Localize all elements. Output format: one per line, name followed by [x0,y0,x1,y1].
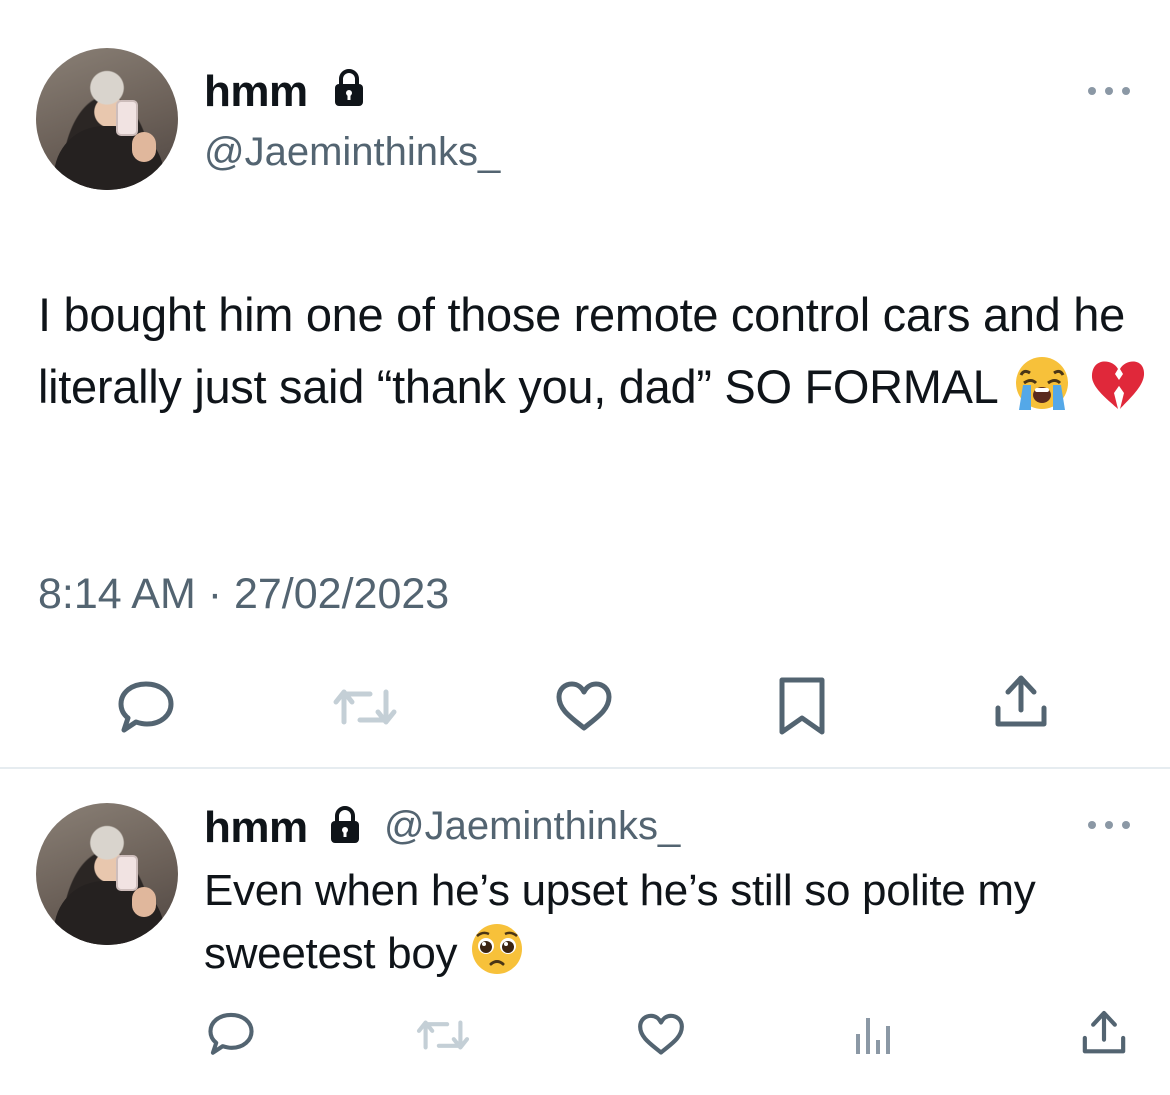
views-icon[interactable] [852,1012,896,1056]
share-icon[interactable] [990,672,1052,732]
tweet-divider [0,767,1170,769]
reply-text: Even when he’s upset he’s still so polit… [204,860,1154,993]
reply-icon[interactable] [206,1010,256,1056]
lock-icon [335,69,363,106]
more-options-icon[interactable] [1088,818,1132,830]
display-name[interactable]: hmm [204,70,308,114]
tweet-body: I bought him one of those remote control… [38,288,1125,413]
avatar[interactable] [36,803,178,945]
user-handle[interactable]: @Jaeminthinks_ [384,806,680,846]
broken-heart-icon [1089,357,1147,431]
retweet-icon[interactable] [414,1014,472,1056]
user-handle[interactable]: @Jaeminthinks_ [204,132,500,172]
avatar[interactable] [36,48,178,190]
reply-icon[interactable] [116,678,176,734]
tweet-text: I bought him one of those remote control… [38,279,1148,431]
loudly-crying-face-icon [1011,355,1073,431]
bookmark-icon[interactable] [774,676,830,736]
retweet-icon[interactable] [330,682,400,732]
pleading-face-icon [469,922,525,993]
more-options-icon[interactable] [1088,84,1132,96]
reply-body: Even when he’s upset he’s still so polit… [204,866,1036,978]
like-icon[interactable] [636,1012,686,1058]
lock-icon [331,806,359,843]
tweet-timestamp[interactable]: 8:14 AM · 27/02/2023 [38,573,449,616]
display-name[interactable]: hmm [204,806,308,850]
like-icon[interactable] [554,680,614,734]
share-icon[interactable] [1078,1008,1130,1058]
